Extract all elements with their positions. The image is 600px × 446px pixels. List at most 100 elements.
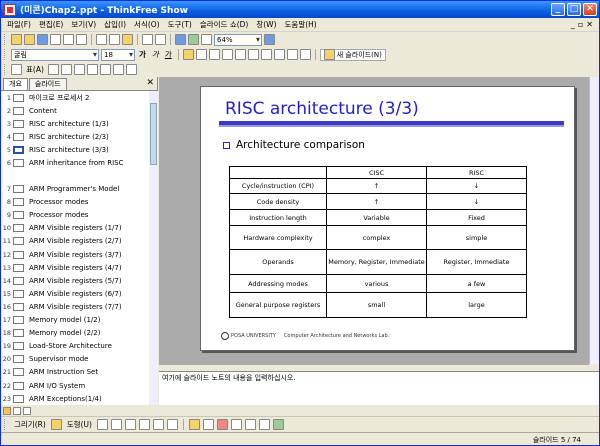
- ellipse-tool-icon[interactable]: [138, 419, 150, 430]
- outline-item-12[interactable]: 12 ARM Visible registers (3/7): [1, 248, 149, 261]
- decrease-indent-icon[interactable]: [260, 49, 272, 60]
- new-slide-button[interactable]: 새 슬라이드(N): [319, 48, 386, 61]
- outline-item-7[interactable]: 7 ARM Programmer's Model: [1, 183, 149, 196]
- insert-image-icon[interactable]: [201, 34, 212, 45]
- menu-view[interactable]: 보기(V): [67, 19, 100, 30]
- arrow-style-icon[interactable]: [258, 419, 270, 430]
- shapes-menu-button[interactable]: 도형(U): [65, 419, 94, 430]
- maximize-button[interactable]: □: [567, 3, 581, 16]
- outline-item-23[interactable]: 23 ARM Exceptions(1/4): [1, 392, 149, 405]
- print-icon[interactable]: [63, 34, 74, 45]
- select-arrow-icon[interactable]: [50, 419, 62, 430]
- slide-bullet[interactable]: Architecture comparison: [223, 139, 365, 151]
- split-cells-icon[interactable]: [73, 64, 85, 75]
- outline-item-9[interactable]: 9 Processor modes: [1, 209, 149, 222]
- rectangle-tool-icon[interactable]: [124, 419, 136, 430]
- normal-view-icon[interactable]: [3, 406, 11, 415]
- outline-item-22[interactable]: 22 ARM I/O System: [1, 379, 149, 392]
- font-select[interactable]: 굴림: [11, 48, 99, 61]
- line-color-icon[interactable]: [202, 419, 214, 430]
- font-color-icon[interactable]: [216, 419, 228, 430]
- menu-window[interactable]: 창(W): [252, 19, 280, 30]
- table-menu-button[interactable]: 표(A): [24, 64, 46, 75]
- bold-button[interactable]: 가: [137, 49, 148, 60]
- outline-item-4[interactable]: 4 RISC architecture (2/3): [1, 130, 149, 143]
- numbered-list-icon[interactable]: [234, 49, 246, 60]
- menu-help[interactable]: 도움말(H): [281, 19, 321, 30]
- canvas-vertical-scrollbar[interactable]: [589, 77, 599, 364]
- bullet-list-icon[interactable]: [247, 49, 259, 60]
- outline-item-2[interactable]: 2 Content: [1, 104, 149, 117]
- outline-item-8[interactable]: 8 Processor modes: [1, 196, 149, 209]
- dash-style-icon[interactable]: [244, 419, 256, 430]
- draw-table-icon[interactable]: [11, 64, 22, 75]
- insert-table-icon[interactable]: [175, 34, 186, 45]
- line-tool-icon[interactable]: [96, 419, 108, 430]
- delete-row-icon[interactable]: [112, 64, 124, 75]
- scroll-thumb[interactable]: [150, 103, 157, 165]
- menu-tools[interactable]: 도구(T): [164, 19, 196, 30]
- menu-insert[interactable]: 삽입(I): [100, 19, 130, 30]
- app-icon[interactable]: [4, 3, 16, 16]
- underline-button[interactable]: 가: [163, 49, 174, 60]
- slideshow-view-icon[interactable]: [23, 406, 31, 415]
- outline-item-14[interactable]: 14 ARM Visible registers (5/7): [1, 274, 149, 287]
- slide[interactable]: RISC architecture (3/3) Architecture com…: [200, 86, 575, 351]
- table-borders-icon[interactable]: [47, 64, 59, 75]
- delete-column-icon[interactable]: [125, 64, 137, 75]
- outline-item-20[interactable]: 20 Supervisor mode: [1, 353, 149, 366]
- outline-scrollbar[interactable]: [149, 91, 158, 405]
- menu-file[interactable]: 파일(F): [3, 19, 35, 30]
- font-size-select[interactable]: 18: [101, 48, 135, 61]
- outline-item-5-selected[interactable]: 5 RISC architecture (3/3): [1, 143, 149, 156]
- increase-font-icon[interactable]: [286, 49, 298, 60]
- menu-slideshow[interactable]: 슬라이드 쇼(D): [196, 19, 253, 30]
- menu-format[interactable]: 서식(O): [130, 19, 164, 30]
- toolbar-grip[interactable]: [4, 49, 7, 60]
- fill-color-icon[interactable]: [188, 419, 200, 430]
- align-center-icon[interactable]: [195, 49, 207, 60]
- picture-tool-icon[interactable]: [166, 419, 178, 430]
- tab-outline[interactable]: 개요: [3, 78, 28, 90]
- minimize-button[interactable]: _: [551, 3, 565, 16]
- pdf-icon[interactable]: [50, 34, 61, 45]
- toolbar-grip[interactable]: [4, 419, 7, 430]
- save-icon[interactable]: [37, 34, 48, 45]
- tab-slides[interactable]: 슬라이드: [28, 78, 67, 90]
- shadow-icon[interactable]: [272, 419, 284, 430]
- outline-item-3[interactable]: 3 RISC architecture (1/3): [1, 117, 149, 130]
- textbox-tool-icon[interactable]: [152, 419, 164, 430]
- align-left-icon[interactable]: [182, 49, 194, 60]
- line-style-icon[interactable]: [230, 419, 242, 430]
- merge-cells-icon[interactable]: [60, 64, 72, 75]
- arrow-tool-icon[interactable]: [110, 419, 122, 430]
- undo-icon[interactable]: [142, 34, 153, 45]
- menu-edit[interactable]: 편집(E): [35, 19, 67, 30]
- outline-item-21[interactable]: 21 ARM Instruction Set: [1, 366, 149, 379]
- justify-icon[interactable]: [221, 49, 233, 60]
- panel-close-icon[interactable]: ✕: [146, 78, 154, 88]
- redo-icon[interactable]: [155, 34, 166, 45]
- copy-icon[interactable]: [109, 34, 120, 45]
- close-button[interactable]: ✕: [583, 3, 597, 16]
- insert-row-icon[interactable]: [86, 64, 98, 75]
- increase-indent-icon[interactable]: [273, 49, 285, 60]
- outline-item-13[interactable]: 13 ARM Visible registers (4/7): [1, 261, 149, 274]
- new-doc-icon[interactable]: [11, 34, 22, 45]
- open-folder-icon[interactable]: [24, 34, 35, 45]
- draw-menu-button[interactable]: 그리기(R): [12, 419, 48, 430]
- outline-item-19[interactable]: 19 Load-Store Architecture: [1, 340, 149, 353]
- align-right-icon[interactable]: [208, 49, 220, 60]
- insert-column-icon[interactable]: [99, 64, 111, 75]
- toolbar-grip[interactable]: [4, 34, 7, 45]
- outline-item-1[interactable]: 1 마이크로 프로세서 2: [1, 91, 149, 104]
- doc-restore-button[interactable]: ▫: [578, 20, 583, 29]
- print-preview-icon[interactable]: [76, 34, 87, 45]
- toolbar-grip[interactable]: [4, 64, 7, 75]
- title-bar[interactable]: (미콘)Chap2.ppt - ThinkFree Show _ □ ✕: [1, 1, 599, 18]
- slide-title-text[interactable]: RISC architecture (3/3): [219, 95, 564, 125]
- notes-pane[interactable]: 여기에 슬라이드 노트의 내용을 입력하십시오.: [159, 371, 599, 405]
- outline-item-15[interactable]: 15 ARM Visible registers (6/7): [1, 287, 149, 300]
- zoom-select[interactable]: 64%: [214, 33, 262, 46]
- outline-item-11[interactable]: 11 ARM Visible registers (2/7): [1, 235, 149, 248]
